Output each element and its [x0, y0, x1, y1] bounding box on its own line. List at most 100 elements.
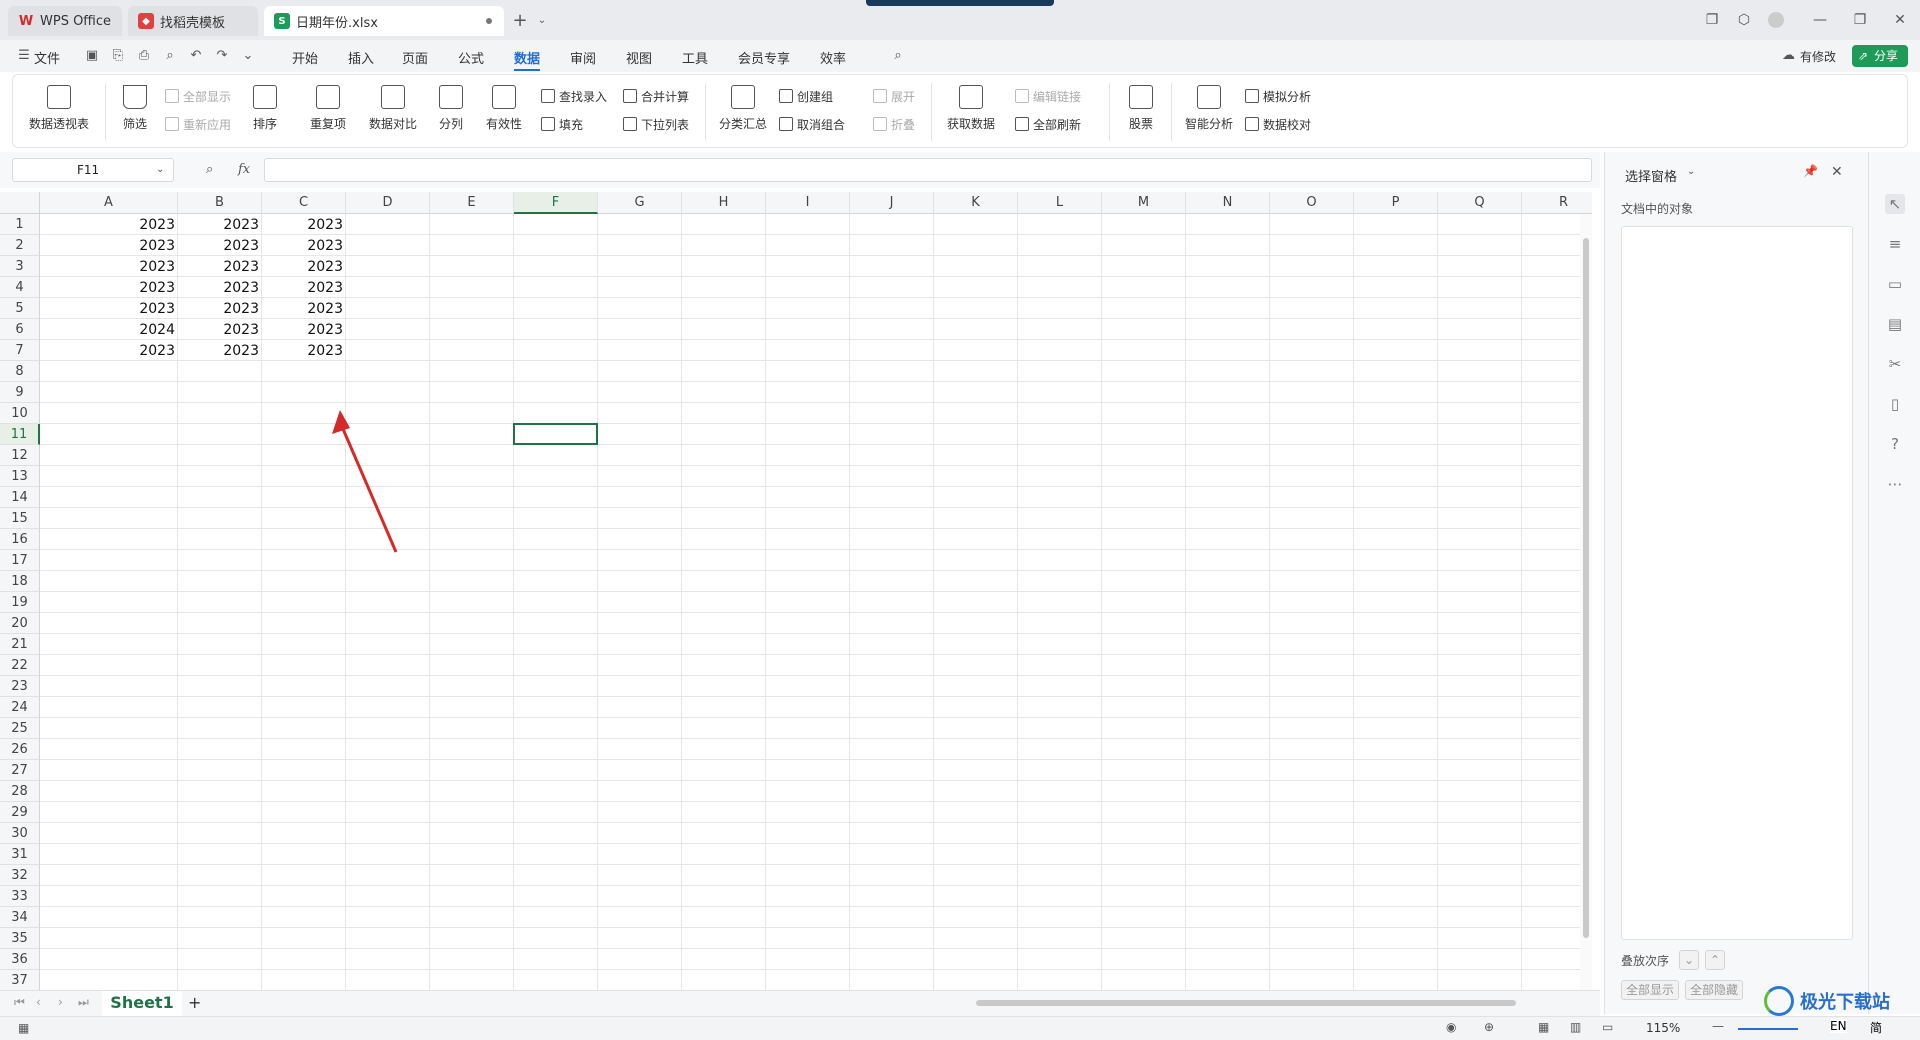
menu-page[interactable]: 页面 [402, 48, 428, 67]
avatar[interactable] [1768, 12, 1784, 28]
column-header-f[interactable]: F [514, 192, 598, 214]
row-header[interactable]: 2 [0, 235, 40, 256]
menu-data[interactable]: 数据 [514, 48, 541, 71]
row-header[interactable]: 34 [0, 907, 40, 928]
note-icon[interactable]: ▭ [1885, 274, 1905, 294]
row-header[interactable]: 12 [0, 445, 40, 466]
row-header[interactable]: 16 [0, 529, 40, 550]
row-header[interactable]: 20 [0, 613, 40, 634]
macro-icon[interactable]: ▦ [18, 1021, 29, 1035]
row-header[interactable]: 15 [0, 508, 40, 529]
cell[interactable]: 2023 [262, 256, 346, 277]
row-header[interactable]: 24 [0, 697, 40, 718]
add-sheet-button[interactable]: + [188, 993, 201, 1012]
ime-mode[interactable]: 简 [1870, 1019, 1882, 1036]
column-header-e[interactable]: E [430, 192, 514, 214]
window-layout-icon[interactable]: ❐ [1704, 12, 1720, 28]
menu-tools[interactable]: 工具 [682, 48, 708, 67]
location-icon[interactable]: ⊕ [1484, 1020, 1494, 1034]
eye-protection-icon[interactable]: ◉ [1446, 1020, 1456, 1034]
cell[interactable]: 2023 [178, 235, 262, 256]
column-header-h[interactable]: H [682, 192, 766, 214]
cell[interactable]: 2023 [262, 319, 346, 340]
row-header[interactable]: 21 [0, 634, 40, 655]
scroll-thumb[interactable] [1583, 238, 1589, 938]
row-header[interactable]: 3 [0, 256, 40, 277]
select-all-corner[interactable] [0, 192, 40, 214]
row-header[interactable]: 27 [0, 760, 40, 781]
split-button[interactable]: 分列 [431, 85, 471, 132]
cell[interactable]: 2023 [40, 340, 178, 361]
cube-icon[interactable]: ⬡ [1736, 12, 1752, 28]
sheet-tab[interactable]: Sheet1 [102, 991, 182, 1016]
column-header-i[interactable]: I [766, 192, 850, 214]
row-header[interactable]: 13 [0, 466, 40, 487]
compare-button[interactable]: 数据对比 [363, 85, 423, 132]
menu-view[interactable]: 视图 [626, 48, 652, 67]
hide-all-objects-button[interactable]: 全部隐藏 [1685, 980, 1743, 1000]
cell[interactable]: 2024 [40, 319, 178, 340]
row-header[interactable]: 1 [0, 214, 40, 235]
print-preview-icon[interactable]: ⌕ [162, 48, 178, 64]
ime-lang[interactable]: EN [1830, 1019, 1847, 1033]
validity-button[interactable]: 有效性 [479, 85, 529, 132]
column-header-r[interactable]: R [1522, 192, 1592, 214]
ungroup-button[interactable]: 取消组合 [779, 115, 845, 133]
show-all-objects-button[interactable]: 全部显示 [1621, 980, 1679, 1000]
refresh-all-button[interactable]: 全部刷新 [1015, 115, 1081, 133]
fx-icon[interactable]: fx [238, 162, 250, 177]
cell[interactable]: 2023 [40, 256, 178, 277]
pane-title[interactable]: 选择窗格 [1625, 166, 1677, 185]
tools-icon[interactable]: ✂ [1885, 354, 1905, 374]
row-header[interactable]: 19 [0, 592, 40, 613]
cell[interactable]: 2023 [178, 319, 262, 340]
tab-wps-office[interactable]: W WPS Office [8, 6, 122, 36]
move-down-icon[interactable]: ⌄ [1679, 950, 1699, 970]
zoom-formula-icon[interactable]: ⌕ [206, 162, 213, 177]
more-quick-icon[interactable]: ⌄ [240, 48, 256, 64]
row-header[interactable]: 28 [0, 781, 40, 802]
help-icon[interactable]: ? [1885, 434, 1905, 454]
settings-sliders-icon[interactable]: ≡ [1885, 234, 1905, 254]
row-header[interactable]: 11 [0, 424, 40, 445]
column-header-q[interactable]: Q [1438, 192, 1522, 214]
first-sheet-icon[interactable]: ⏮ [14, 995, 25, 1010]
show-all-button[interactable]: 全部显示 [165, 87, 231, 105]
row-header[interactable]: 17 [0, 550, 40, 571]
row-header[interactable]: 18 [0, 571, 40, 592]
column-header-l[interactable]: L [1018, 192, 1102, 214]
file-menu[interactable]: 文件 [34, 48, 60, 67]
name-box[interactable]: F11 [12, 158, 174, 182]
search-icon[interactable]: ⌕ [890, 48, 906, 64]
consolidate-button[interactable]: 合并计算 [623, 87, 689, 105]
column-header-d[interactable]: D [346, 192, 430, 214]
row-header[interactable]: 37 [0, 970, 40, 990]
share-button[interactable]: ⇗ 分享 [1852, 45, 1908, 67]
dropdown-list-button[interactable]: 下拉列表 [623, 115, 689, 133]
more-icon[interactable]: ⋯ [1885, 474, 1905, 494]
row-header[interactable]: 25 [0, 718, 40, 739]
new-tab-icon[interactable]: + [512, 10, 528, 31]
get-data-button[interactable]: 获取数据 [941, 85, 1001, 132]
row-header[interactable]: 7 [0, 340, 40, 361]
fill-button[interactable]: 填充 [541, 115, 583, 133]
menu-review[interactable]: 审阅 [570, 48, 596, 67]
duplicates-button[interactable]: 重复项 [303, 85, 353, 132]
row-header[interactable]: 8 [0, 361, 40, 382]
pivot-table-button[interactable]: 数据透视表 [29, 85, 89, 132]
row-header[interactable]: 29 [0, 802, 40, 823]
select-cursor-icon[interactable]: ↖ [1885, 194, 1905, 214]
cell[interactable]: 2023 [40, 277, 178, 298]
cell[interactable]: 2023 [262, 277, 346, 298]
objects-list[interactable] [1621, 226, 1853, 940]
cell[interactable]: 2023 [262, 298, 346, 319]
cell[interactable]: 2023 [262, 214, 346, 235]
cell[interactable]: 2023 [262, 340, 346, 361]
row-header[interactable]: 10 [0, 403, 40, 424]
menu-insert[interactable]: 插入 [348, 48, 374, 67]
menu-formula[interactable]: 公式 [458, 48, 484, 67]
close-icon[interactable]: ✕ [1892, 12, 1908, 28]
smart-analysis-button[interactable]: 智能分析 [1181, 85, 1237, 132]
redo-icon[interactable]: ↷ [214, 48, 230, 64]
verify-button[interactable]: 数据校对 [1245, 115, 1311, 133]
